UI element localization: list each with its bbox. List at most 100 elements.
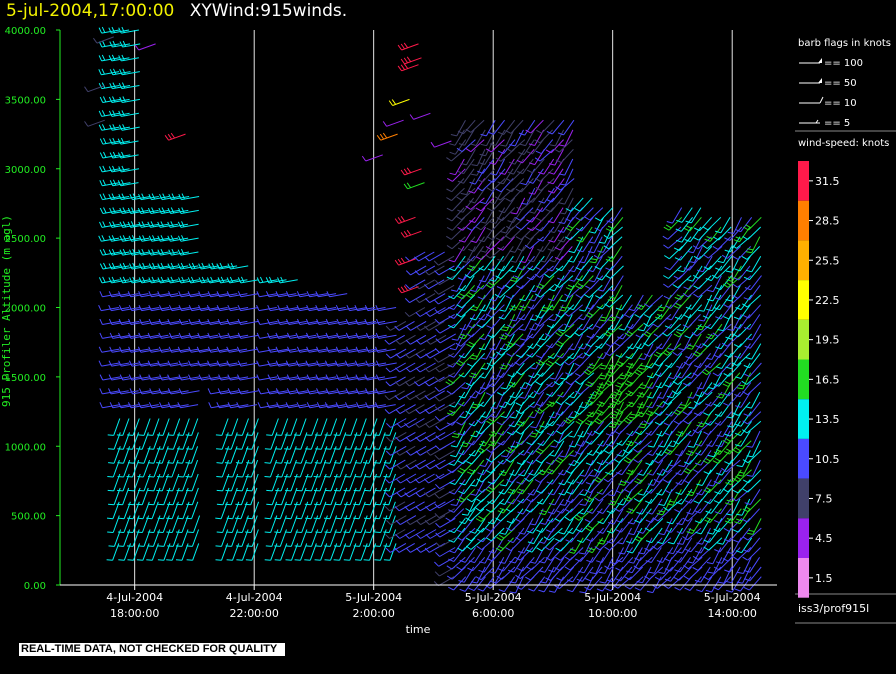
- wind-barb: [722, 421, 733, 437]
- wind-barb-feather: [736, 387, 743, 390]
- wind-barb-feather: [664, 489, 671, 494]
- wind-barb-feather: [400, 232, 406, 238]
- wind-barb-feather: [396, 464, 402, 470]
- wind-barb-feather: [403, 168, 409, 175]
- wind-barb-feather: [235, 503, 242, 506]
- wind-barb-feather: [447, 469, 453, 474]
- y-tick-label: 4000.00: [5, 26, 46, 37]
- wind-barb-feather: [176, 517, 184, 520]
- wind-barb-feather: [692, 567, 699, 571]
- wind-barb-feather: [627, 371, 633, 375]
- wind-barb-feather: [628, 532, 635, 536]
- x-tick-date: 4-Jul-2004: [226, 591, 283, 604]
- wind-barb-feather: [236, 346, 241, 353]
- wind-barb-feather: [403, 183, 409, 190]
- wind-barb-feather: [460, 192, 467, 196]
- wind-barb-feather: [364, 476, 371, 478]
- wind-barb-feather: [306, 291, 311, 298]
- wind-barb-feather: [564, 566, 571, 571]
- wind-barb-feather: [126, 545, 134, 547]
- wind-barb: [534, 314, 545, 331]
- wind-barb: [349, 529, 357, 547]
- wind-barb-feather: [579, 503, 586, 506]
- wind-barb-feather: [384, 409, 390, 414]
- wind-barb-feather: [745, 406, 752, 409]
- wind-barb-feather: [558, 329, 565, 332]
- wind-barb-feather: [500, 329, 507, 332]
- wind-barb: [494, 343, 506, 359]
- wind-barb-feather: [526, 498, 532, 503]
- wind-barb-feather: [333, 434, 340, 436]
- x-tick-date: 4-Jul-2004: [106, 591, 163, 604]
- wind-barb: [539, 469, 554, 483]
- wind-barb-feather: [549, 144, 556, 147]
- wind-barb-feather: [589, 572, 596, 575]
- wind-barb: [503, 576, 516, 592]
- wind-barb: [299, 418, 307, 436]
- wind-barb: [573, 382, 584, 399]
- wind-barb-feather: [215, 517, 222, 520]
- colorbar-label: 25.5: [815, 254, 840, 267]
- wind-barb-feather: [294, 448, 301, 450]
- wind-barb: [386, 119, 404, 127]
- wind-barb-feather: [181, 207, 185, 214]
- wind-barb-feather: [245, 476, 252, 478]
- wind-barb-feather: [528, 192, 535, 195]
- wind-barb-feather: [537, 448, 544, 452]
- wind-barb: [563, 119, 575, 136]
- wind-barb-feather: [175, 559, 183, 561]
- wind-barb-feather: [485, 508, 492, 513]
- wind-barb-feather: [674, 508, 680, 513]
- wind-barb-feather: [316, 332, 320, 339]
- wind-barb-feather: [295, 489, 302, 492]
- wind-barb-feather: [569, 454, 576, 457]
- wind-barb-feather: [558, 221, 565, 224]
- wind-barb-feather: [99, 374, 104, 381]
- wind-barb-feather: [634, 587, 641, 591]
- wind-barb-feather: [425, 506, 431, 512]
- wind-barb: [474, 547, 485, 563]
- wind-barb-feather: [574, 207, 581, 212]
- wind-barb-feather: [397, 217, 403, 223]
- wind-barb-feather: [304, 559, 311, 561]
- colorbar-swatch: [798, 478, 809, 519]
- wind-barb: [413, 112, 431, 120]
- wind-barb-feather: [550, 445, 557, 448]
- wind-barb-feather: [662, 479, 669, 484]
- wind-barb-feather: [559, 144, 566, 147]
- wind-barb: [679, 236, 692, 251]
- wind-barb-feather: [208, 402, 212, 409]
- wind-barb-feather: [122, 40, 127, 47]
- wind-barb-feather: [126, 531, 134, 533]
- wind-barb-feather: [400, 286, 406, 292]
- wind-barb-feather: [346, 374, 350, 381]
- wind-barb-feather: [373, 434, 380, 436]
- wind-barb-feather: [587, 524, 593, 529]
- wind-barb-feather: [636, 406, 643, 409]
- wind-barb-feather: [568, 435, 575, 438]
- wind-barb-feather: [306, 402, 311, 409]
- wind-barb: [550, 197, 563, 213]
- wind-barb-feather: [675, 302, 682, 307]
- wind-barb: [700, 440, 713, 456]
- wind-barb: [562, 382, 575, 398]
- wind-barb-feather: [201, 276, 206, 283]
- wind-barb-feather: [468, 341, 475, 346]
- wind-barb-feather: [122, 207, 126, 214]
- wind-barb-feather: [479, 221, 486, 224]
- wind-barb-feather: [405, 270, 411, 276]
- wind-barb-feather: [103, 151, 107, 158]
- wind-barb-feather: [385, 353, 391, 359]
- wind-barb-feather: [448, 259, 455, 263]
- wind-barb: [719, 411, 733, 426]
- wind-barb-feather: [485, 488, 492, 493]
- wind-barb-feather: [534, 479, 541, 483]
- wind-barb-feather: [102, 40, 106, 47]
- wind-barb-feather: [455, 362, 462, 367]
- wind-barb: [96, 36, 114, 44]
- wind-barb: [602, 236, 613, 253]
- wind-barb: [434, 140, 452, 148]
- y-tick-label: 1000.00: [5, 442, 46, 453]
- wind-barb-feather: [415, 547, 421, 553]
- wind-barb-feather: [355, 531, 362, 533]
